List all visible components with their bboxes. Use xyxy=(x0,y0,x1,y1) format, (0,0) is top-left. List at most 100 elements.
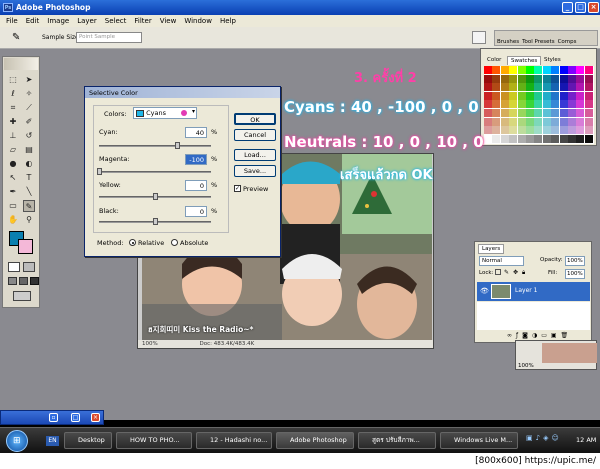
swatch-cell[interactable] xyxy=(526,100,534,109)
cyan-field[interactable]: 40 xyxy=(185,127,207,138)
maximize-mini-button[interactable]: □ xyxy=(71,413,80,422)
swatch-cell[interactable] xyxy=(500,74,509,83)
swatch-cell[interactable] xyxy=(576,117,585,126)
menu-layer[interactable]: Layer xyxy=(77,17,97,25)
screen-mode-full-menu-icon[interactable] xyxy=(19,277,28,285)
dodge-icon[interactable]: ◐ xyxy=(23,158,35,170)
swatch-cell[interactable] xyxy=(576,83,585,92)
swatch-cell[interactable] xyxy=(568,91,576,100)
swatch-cell[interactable] xyxy=(517,126,526,135)
swatch-cell[interactable] xyxy=(542,117,551,126)
menu-view[interactable]: View xyxy=(160,17,177,25)
layer-row[interactable]: 👁︎ Layer 1 xyxy=(477,282,590,301)
swatch-cell[interactable] xyxy=(576,126,585,135)
eyedropper-tool-icon[interactable]: ✎ xyxy=(23,200,35,212)
swatch-cell[interactable] xyxy=(484,134,492,143)
eye-icon[interactable]: 👁︎ xyxy=(480,287,489,295)
cyan-slider[interactable] xyxy=(99,142,211,149)
standard-mode-icon[interactable] xyxy=(8,262,20,272)
swatch-cell[interactable] xyxy=(500,100,509,109)
swatch-cell[interactable] xyxy=(526,109,534,117)
swatch-cell[interactable] xyxy=(509,109,518,117)
menu-help[interactable]: Help xyxy=(220,17,236,25)
swatch-cell[interactable] xyxy=(584,134,593,143)
swatch-cell[interactable] xyxy=(500,126,509,135)
swatch-cell[interactable] xyxy=(568,100,576,109)
swatch-cell[interactable] xyxy=(526,91,534,100)
file-browser-icon[interactable] xyxy=(472,31,486,44)
swatch-cell[interactable] xyxy=(584,66,593,74)
swatch-cell[interactable] xyxy=(584,117,593,126)
volume-icon[interactable]: ♪ xyxy=(536,434,540,448)
swatch-cell[interactable] xyxy=(559,126,568,135)
save-button[interactable]: Save... xyxy=(234,165,276,177)
menu-file[interactable]: File xyxy=(6,17,18,25)
swatch-cell[interactable] xyxy=(500,66,509,74)
well-tab-brushes[interactable]: Brushes xyxy=(497,39,519,45)
minimized-window[interactable]: ▫ □ × xyxy=(0,410,104,425)
swatch-cell[interactable] xyxy=(492,109,501,117)
menu-select[interactable]: Select xyxy=(105,17,127,25)
swatch-cell[interactable] xyxy=(559,100,568,109)
swatch-cell[interactable] xyxy=(526,117,534,126)
second-document-window[interactable]: 100% xyxy=(515,340,597,370)
swatch-cell[interactable] xyxy=(559,83,568,92)
screen-mode-standard-icon[interactable] xyxy=(8,277,17,285)
lock-paint-icon[interactable]: ✎ xyxy=(504,269,509,276)
swatch-cell[interactable] xyxy=(542,91,551,100)
tab-color[interactable]: Color xyxy=(484,56,504,64)
brush-icon[interactable]: ✐ xyxy=(23,116,35,128)
swatch-cell[interactable] xyxy=(484,83,492,92)
type-icon[interactable]: T xyxy=(23,172,35,184)
swatch-cell[interactable] xyxy=(568,117,576,126)
swatch-cell[interactable] xyxy=(542,100,551,109)
swatch-cell[interactable] xyxy=(584,74,593,83)
swatch-cell[interactable] xyxy=(559,117,568,126)
lock-all-icon[interactable]: 🔒︎ xyxy=(522,269,525,277)
swatch-cell[interactable] xyxy=(526,126,534,135)
swatch-cell[interactable] xyxy=(551,126,560,135)
swatch-cell[interactable] xyxy=(551,117,560,126)
tab-layers[interactable]: Layers xyxy=(478,244,505,254)
tab-styles[interactable]: Styles xyxy=(541,56,564,64)
swatch-cell[interactable] xyxy=(492,117,501,126)
swatch-cell[interactable] xyxy=(492,126,501,135)
eyedropper-icon[interactable]: ✎ xyxy=(12,32,20,43)
swatch-cell[interactable] xyxy=(542,74,551,83)
swatch-cell[interactable] xyxy=(576,66,585,74)
background-color-swatch[interactable] xyxy=(18,239,33,254)
swatch-cell[interactable] xyxy=(584,83,593,92)
notes-icon[interactable]: ▭ xyxy=(7,200,19,212)
swatch-cell[interactable] xyxy=(551,134,560,143)
swatch-cell[interactable] xyxy=(542,134,551,143)
swatch-cell[interactable] xyxy=(568,134,576,143)
swatch-cell[interactable] xyxy=(551,66,560,74)
cancel-button[interactable]: Cancel xyxy=(234,129,276,141)
swatch-cell[interactable] xyxy=(542,109,551,117)
task-thai-page[interactable]: สูตร ปรับสีภาพ... xyxy=(358,432,436,449)
well-tab-comps[interactable]: Comps xyxy=(558,39,577,45)
healing-icon[interactable]: ✚ xyxy=(7,116,19,128)
swatch-cell[interactable] xyxy=(509,100,518,109)
swatch-cell[interactable] xyxy=(500,109,509,117)
swatch-cell[interactable] xyxy=(509,117,518,126)
close-mini-button[interactable]: × xyxy=(91,413,100,422)
swatch-cell[interactable] xyxy=(584,109,593,117)
lock-move-icon[interactable]: ✥ xyxy=(513,269,518,276)
history-brush-icon[interactable]: ↺ xyxy=(23,130,35,142)
swatch-cell[interactable] xyxy=(576,91,585,100)
swatch-cell[interactable] xyxy=(526,66,534,74)
eraser-icon[interactable]: ▱ xyxy=(7,144,19,156)
swatch-cell[interactable] xyxy=(509,134,518,143)
swatch-cell[interactable] xyxy=(576,100,585,109)
blur-icon[interactable]: ● xyxy=(7,158,19,170)
swatch-cell[interactable] xyxy=(542,83,551,92)
relative-radio[interactable] xyxy=(129,239,136,246)
swatch-cell[interactable] xyxy=(492,91,501,100)
swatch-cell[interactable] xyxy=(526,134,534,143)
swatch-cell[interactable] xyxy=(551,100,560,109)
swatch-cell[interactable] xyxy=(534,109,543,117)
language-indicator[interactable]: EN xyxy=(46,436,59,446)
close-button[interactable]: × xyxy=(588,2,599,13)
marquee-icon[interactable]: ⬚ xyxy=(7,74,19,86)
